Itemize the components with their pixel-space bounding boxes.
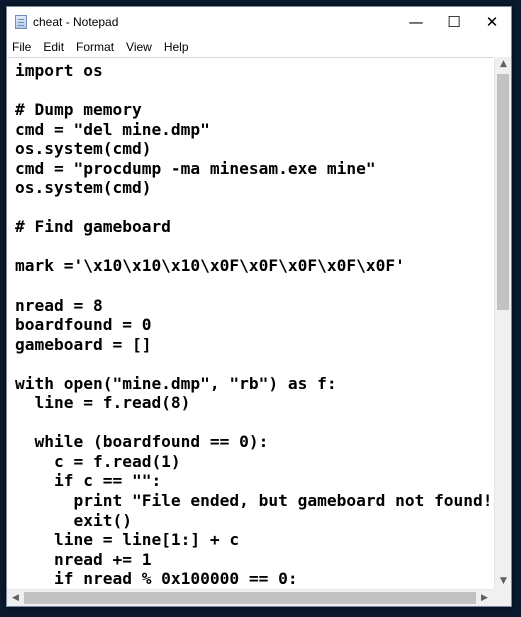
code-line: line = line[1:] + c xyxy=(15,530,240,550)
scroll-up-icon[interactable]: ▲ xyxy=(495,59,512,69)
text-editor[interactable]: import os # Dump memory cmd = "del mine.… xyxy=(8,57,493,588)
code-line: mark ='\x10\x10\x10\x0F\x0F\x0F\x0F\x0F' xyxy=(15,256,405,276)
code-line: import os xyxy=(15,61,103,80)
menu-edit[interactable]: Edit xyxy=(37,40,70,54)
code-line: gameboard = [] xyxy=(15,334,152,354)
code-line: print "File ended, but gameboard not fou… xyxy=(15,491,493,511)
menu-view[interactable]: View xyxy=(120,40,158,54)
scroll-right-icon[interactable]: ▶ xyxy=(476,593,493,603)
code-line: boardfound = 0 xyxy=(15,315,152,335)
code-line: c = f.read(1) xyxy=(15,451,181,471)
code-line: while (boardfound == 0): xyxy=(15,432,269,452)
code-line: # Find gameboard xyxy=(15,217,171,237)
horizontal-scrollbar[interactable]: ◀ ▶ xyxy=(7,589,493,606)
vertical-scrollbar[interactable]: ▲ ▼ xyxy=(494,57,511,588)
minimize-button[interactable]: — xyxy=(397,7,435,37)
notepad-icon xyxy=(15,15,27,29)
window-title: cheat - Notepad xyxy=(33,15,119,29)
menu-file[interactable]: File xyxy=(7,40,37,54)
code-line: nread += 1 xyxy=(15,549,152,569)
maximize-button[interactable]: ☐ xyxy=(435,7,473,37)
code-line: if c == "": xyxy=(15,471,162,491)
title-bar[interactable]: cheat - Notepad — ☐ ✕ xyxy=(7,7,511,37)
scroll-down-icon[interactable]: ▼ xyxy=(495,576,512,586)
code-line: cmd = "del mine.dmp" xyxy=(15,119,210,139)
scroll-left-icon[interactable]: ◀ xyxy=(7,593,24,603)
close-button[interactable]: ✕ xyxy=(473,7,511,37)
code-line: with open("mine.dmp", "rb") as f: xyxy=(15,373,337,393)
code-line: os.system(cmd) xyxy=(15,139,152,159)
code-line: line = f.read(8) xyxy=(15,393,191,413)
code-line: if nread % 0x100000 == 0: xyxy=(15,569,298,588)
horizontal-scroll-thumb[interactable] xyxy=(24,592,476,604)
menu-bar: File Edit Format View Help xyxy=(7,37,511,57)
code-line: # Dump memory xyxy=(15,100,142,120)
menu-format[interactable]: Format xyxy=(70,40,120,54)
code-line: nread = 8 xyxy=(15,295,103,315)
vertical-scroll-thumb[interactable] xyxy=(497,74,509,310)
code-line: os.system(cmd) xyxy=(15,178,152,198)
scrollbar-corner xyxy=(493,588,511,606)
notepad-window: cheat - Notepad — ☐ ✕ File Edit Format V… xyxy=(6,6,512,607)
code-line: cmd = "procdump -ma minesam.exe mine" xyxy=(15,158,376,178)
menu-help[interactable]: Help xyxy=(158,40,195,54)
code-line: exit() xyxy=(15,510,132,530)
editor-content[interactable]: import os # Dump memory cmd = "del mine.… xyxy=(8,58,493,588)
